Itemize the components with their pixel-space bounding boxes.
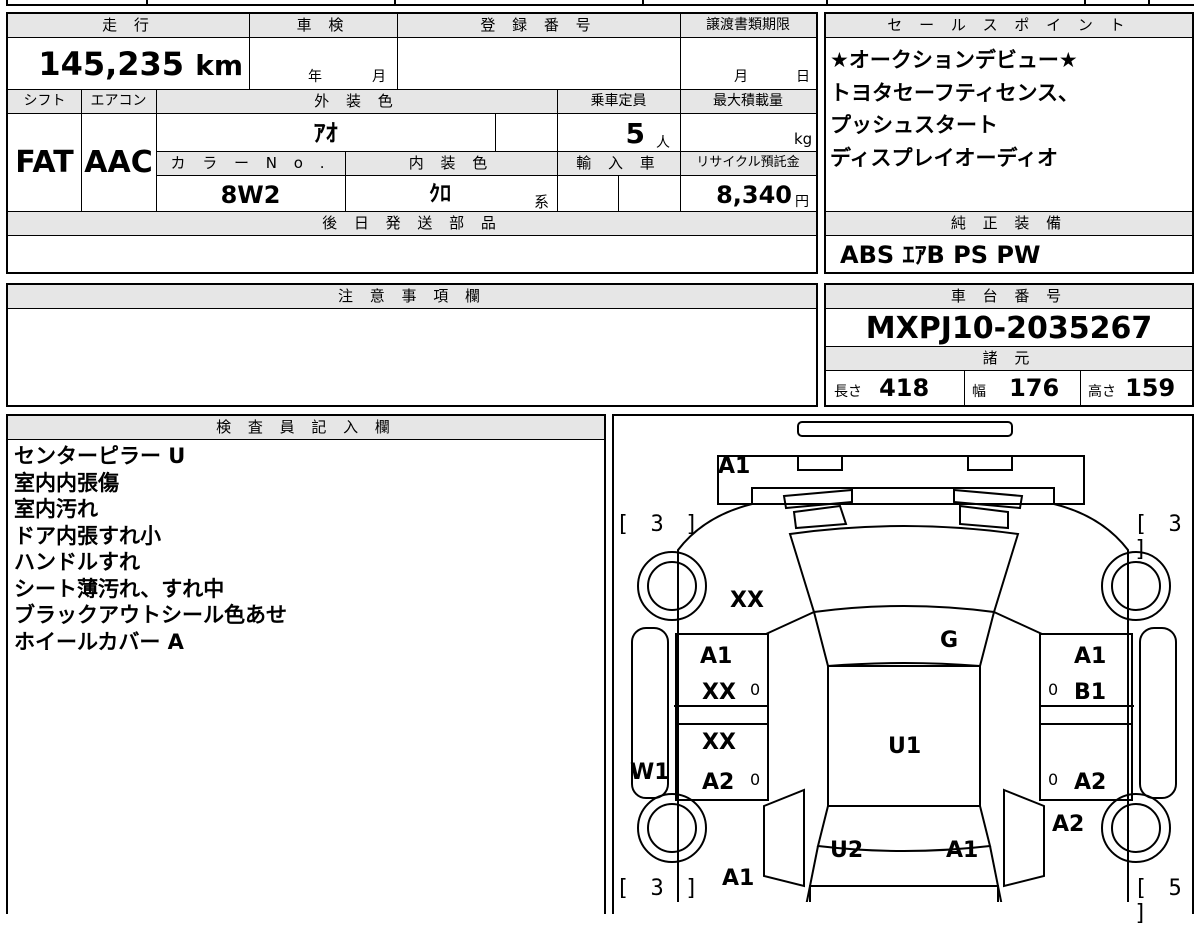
- spec-height: 高さ 159: [1088, 374, 1176, 402]
- damage-label-rear-left-corner: A1: [722, 866, 755, 891]
- damage-label-front-right-door-0: 0: [1048, 680, 1059, 699]
- import-header: 輸 入 車: [557, 152, 680, 176]
- exterior-color-value: ｱｵ: [313, 119, 338, 147]
- caution-header: 注 意 事 項 欄: [8, 285, 816, 309]
- aircon-header: エアコン: [81, 90, 156, 114]
- damage-label-hood: XX: [730, 588, 764, 613]
- equipment-value: ABS ｴｱB PS PW: [840, 241, 1041, 269]
- capacity-value: 5: [625, 117, 645, 150]
- spec-width: 幅 176: [972, 374, 1060, 402]
- capacity-unit: 人: [656, 135, 670, 151]
- damage-label-front-left-door-1: A1: [700, 644, 733, 669]
- sales-point-line: プッシュスタート: [830, 113, 998, 137]
- damage-label-rear-right-door: A2: [1074, 770, 1107, 795]
- recycle-fee-value: 8,340: [716, 181, 792, 209]
- damage-label-windshield: G: [940, 628, 959, 653]
- caution-panel: 注 意 事 項 欄: [6, 283, 818, 407]
- damage-label-rear-glass: U2: [830, 838, 864, 863]
- aircon-value: AAC: [84, 145, 153, 180]
- damage-label-front-bumper: A1: [718, 454, 751, 479]
- chassis-number: MXPJ10-2035267: [865, 311, 1153, 346]
- damage-label-rear-panel: A1: [946, 838, 979, 863]
- inspection-month: 月: [372, 69, 386, 85]
- color-no-value: 8W2: [220, 181, 281, 209]
- transfer-deadline-header: 譲渡書類期限: [680, 14, 816, 38]
- top-strip: [6, 0, 1194, 6]
- inspector-note: ホイールカバー A: [14, 629, 184, 654]
- inspector-note: ハンドルすれ: [14, 550, 140, 574]
- chassis-panel: 車 台 番 号 MXPJ10-2035267 諸 元 長さ 418 幅 176 …: [824, 283, 1194, 407]
- damage-label-front-right-door-1: A1: [1074, 644, 1107, 669]
- sales-points-list: ★オークションデビュー★ トヨタセーフティセンス、 プッシュスタート ディスプレ…: [830, 44, 1079, 174]
- max-load-header: 最大積載量: [680, 90, 816, 114]
- damage-label-roof: U1: [888, 734, 922, 759]
- chassis-header: 車 台 番 号: [826, 285, 1192, 309]
- damage-label-rear-right-door-0: 0: [1048, 770, 1059, 789]
- inspector-panel: 検 査 員 記 入 欄 センターピラー U 室内内張傷 室内汚れ ドア内張すれ小…: [6, 414, 606, 914]
- damage-label-rear-right-fender: A2: [1052, 812, 1085, 837]
- inspection-header: 車 検: [249, 14, 397, 38]
- mileage-value: 145,235 km: [38, 45, 243, 83]
- interior-color-header: 内 装 色: [345, 152, 557, 176]
- inspector-note: シート薄汚れ、すれ中: [14, 576, 225, 601]
- sales-point-line: トヨタセーフティセンス、: [830, 80, 1080, 105]
- registration-header: 登 録 番 号: [397, 14, 680, 38]
- damage-label-front-left-door-0: 0: [750, 680, 761, 699]
- inspector-note: 室内内張傷: [14, 470, 119, 495]
- inspector-note: ドア内張すれ小: [14, 523, 161, 548]
- inspector-note: 室内汚れ: [14, 497, 98, 521]
- sales-points-panel: セ ー ル ス ポ イ ン ト ★オークションデビュー★ トヨタセーフティセンス…: [824, 12, 1194, 274]
- sales-point-line: ★オークションデビュー★: [830, 48, 1078, 72]
- tire-bracket-rear-left: [ 3 ]: [616, 876, 703, 901]
- specs-header: 諸 元: [826, 347, 1192, 371]
- damage-label-rear-left-door-0: 0: [750, 770, 761, 789]
- interior-color-suffix: 系: [534, 193, 550, 211]
- spec-length: 長さ 418: [834, 374, 930, 402]
- later-parts-value: [8, 236, 816, 272]
- damage-label-rear-left-door-2: A2: [702, 770, 735, 795]
- inspector-header: 検 査 員 記 入 欄: [8, 416, 604, 440]
- tire-bracket-front-right: [ 3 ]: [1134, 512, 1186, 562]
- damage-label-rear-left-door-1: XX: [702, 730, 736, 755]
- shift-header: シフト: [8, 90, 81, 114]
- max-load-unit: kg: [794, 130, 813, 148]
- damage-label-front-left-door-2: XX: [702, 680, 736, 705]
- tire-bracket-rear-right: [ 5 ]: [1134, 876, 1186, 926]
- recycle-fee-unit: 円: [795, 194, 809, 210]
- sales-points-header: セ ー ル ス ポ イ ン ト: [826, 14, 1192, 38]
- mileage-header: 走 行: [8, 14, 249, 38]
- sales-point-line: ディスプレイオーディオ: [830, 145, 1059, 170]
- inspector-notes: センターピラー U 室内内張傷 室内汚れ ドア内張すれ小 ハンドルすれ シート薄…: [14, 443, 287, 655]
- transfer-month: 月: [734, 69, 748, 85]
- inspection-year: 年: [308, 69, 322, 85]
- color-no-header: カ ラ ー N o .: [156, 152, 345, 176]
- inspector-note: ブラックアウトシール色あせ: [14, 603, 287, 627]
- capacity-header: 乗車定員: [557, 90, 680, 114]
- equipment-header: 純 正 装 備: [826, 212, 1192, 236]
- transfer-day: 日: [796, 69, 810, 85]
- interior-color-value: ｸﾛ: [428, 182, 451, 207]
- damage-label-rocker-left: W1: [630, 760, 670, 785]
- shift-value: FAT: [15, 145, 74, 180]
- tire-bracket-front-left: [ 3 ]: [616, 512, 703, 537]
- car-diagram-panel: A1 XX G A1 XX 0 XX A2 0 W1 U1 A1 0 B1 0 …: [612, 414, 1194, 926]
- vehicle-info-grid: 走 行 車 検 登 録 番 号 譲渡書類期限 145,235 km 年 月 月 …: [6, 12, 818, 274]
- damage-label-front-right-door-2: B1: [1074, 680, 1107, 705]
- recycle-fee-header: リサイクル預託金: [680, 152, 816, 176]
- later-parts-header: 後 日 発 送 部 品: [8, 212, 816, 236]
- inspector-note: センターピラー U: [14, 444, 186, 468]
- exterior-color-header: 外 装 色: [156, 90, 557, 114]
